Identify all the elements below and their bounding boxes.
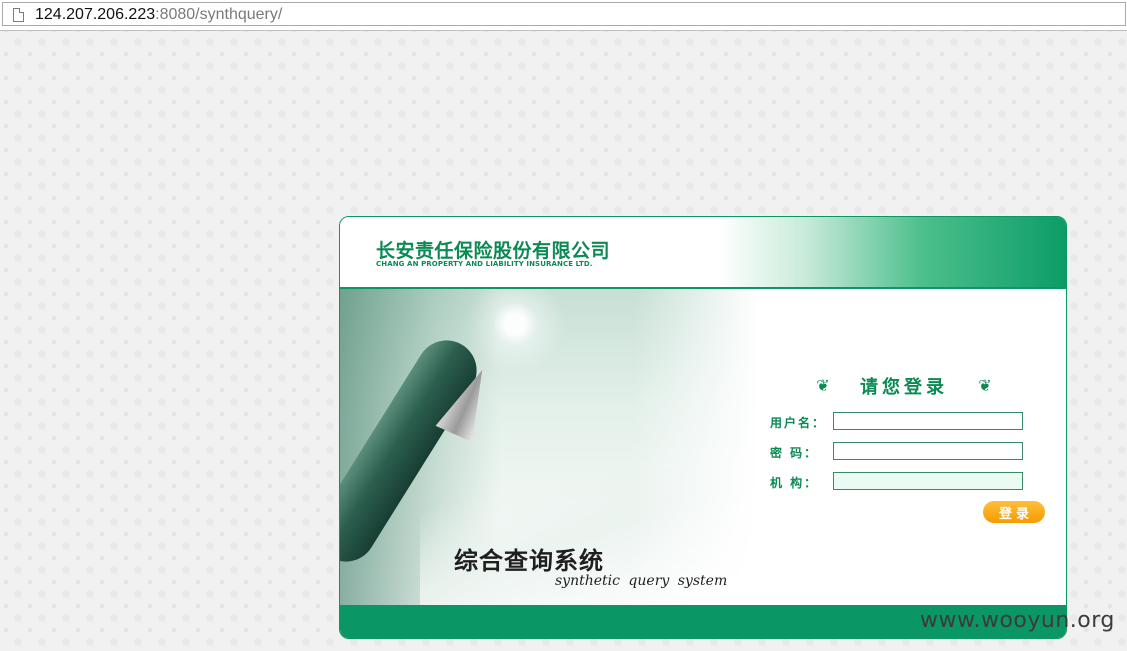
system-title-en: synthetic query system xyxy=(555,573,728,589)
url-host: 124.207.206.223 xyxy=(35,6,156,23)
password-label: 密 码： xyxy=(770,446,819,460)
url-field[interactable]: 124.207.206.223:8080/synthquery/ xyxy=(2,2,1126,26)
company-name-cn: 长安责任保险股份有限公司 xyxy=(376,240,611,262)
username-input[interactable] xyxy=(833,412,1023,430)
login-button[interactable]: 登录 xyxy=(983,501,1045,523)
organization-input[interactable] xyxy=(833,472,1023,490)
card-body: 综合查询系统 synthetic query system ❦ 请您登录 ❦ 用… xyxy=(340,289,1066,638)
url-text[interactable]: 124.207.206.223:8080/synthquery/ xyxy=(35,5,282,25)
username-label: 用户名： xyxy=(770,416,827,430)
ornament-left-icon: ❦ xyxy=(816,376,830,395)
watermark-text: www.wooyun.org xyxy=(920,608,1115,633)
system-title-cn: 综合查询系统 xyxy=(454,546,604,575)
organization-label: 机 构： xyxy=(770,476,819,490)
address-bar: 124.207.206.223:8080/synthquery/ xyxy=(0,0,1127,31)
login-heading-text: 请您登录 xyxy=(860,377,948,398)
login-card: 长安责任保险股份有限公司 CHANG AN PROPERTY AND LIABI… xyxy=(339,216,1067,639)
login-heading: ❦ 请您登录 ❦ xyxy=(806,373,1002,401)
card-header: 长安责任保险股份有限公司 CHANG AN PROPERTY AND LIABI… xyxy=(340,217,1066,289)
company-name-en: CHANG AN PROPERTY AND LIABILITY INSURANC… xyxy=(376,260,593,268)
ornament-right-icon: ❦ xyxy=(978,376,992,395)
page-icon xyxy=(13,8,24,22)
password-input[interactable] xyxy=(833,442,1023,460)
url-path: :8080/synthquery/ xyxy=(155,6,283,23)
